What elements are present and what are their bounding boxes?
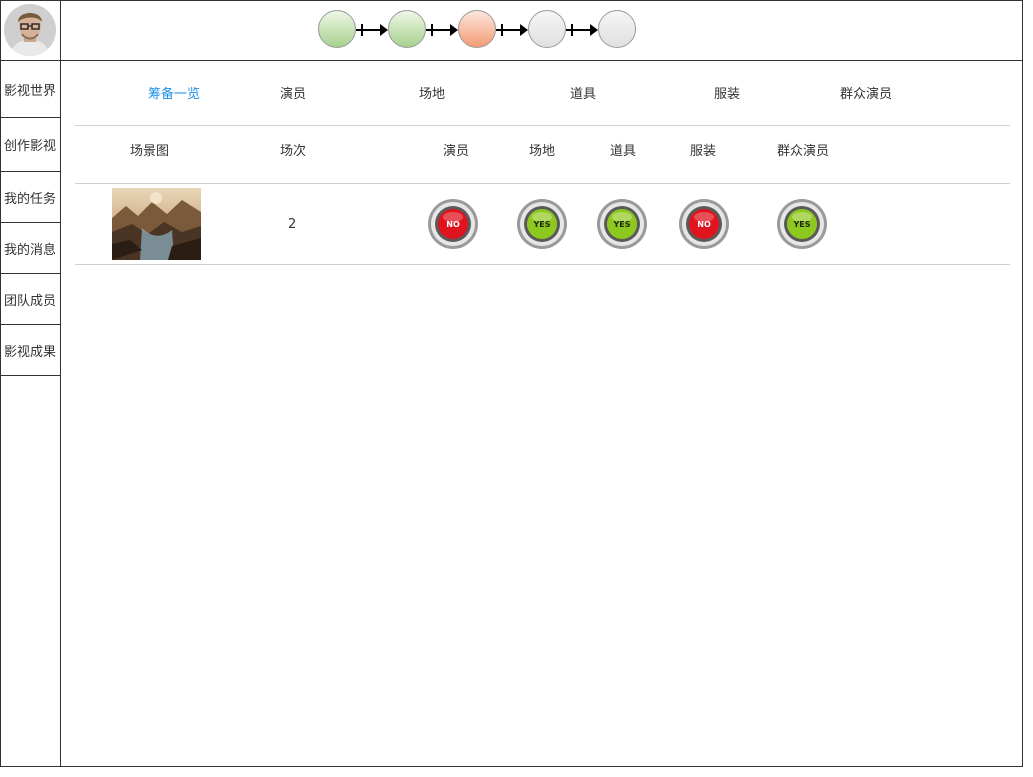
scene-thumbnail[interactable] xyxy=(112,188,201,260)
step-connector-arrow xyxy=(496,24,528,36)
status-label: NO xyxy=(446,220,460,229)
tab-venue[interactable]: 场地 xyxy=(419,83,445,102)
status-yes-icon: YES xyxy=(517,199,567,249)
status-label: YES xyxy=(612,220,630,229)
workflow-step-5[interactable] xyxy=(598,10,636,48)
sidebar-item-film-results[interactable]: 影视成果 xyxy=(0,325,60,376)
sidebar-item-label: 团队成员 xyxy=(3,293,56,309)
status-no-icon: NO xyxy=(679,199,729,249)
sidebar-item-team-members[interactable]: 团队成员 xyxy=(0,274,60,325)
column-header-extras: 群众演员 xyxy=(777,144,830,159)
header-divider xyxy=(75,183,1010,184)
status-label: YES xyxy=(792,220,810,229)
workflow-step-2[interactable] xyxy=(388,10,426,48)
tabs-divider xyxy=(75,125,1010,126)
app-frame xyxy=(0,0,1023,767)
sidebar-divider xyxy=(60,0,61,767)
step-connector-arrow xyxy=(566,24,598,36)
workflow-step-1[interactable] xyxy=(318,10,356,48)
sidebar: 影视世界 创作影视 我的任务 我的消息 团队成员 影视成果 xyxy=(0,61,60,376)
column-header-scene-image: 场景图 xyxy=(130,144,170,159)
sidebar-item-my-tasks[interactable]: 我的任务 xyxy=(0,172,60,223)
status-label: YES xyxy=(532,220,550,229)
sidebar-item-label: 我的消息 xyxy=(3,242,56,258)
top-bar xyxy=(0,0,1023,61)
status-label: NO xyxy=(697,220,711,229)
sidebar-item-my-messages[interactable]: 我的消息 xyxy=(0,223,60,274)
tab-actors[interactable]: 演员 xyxy=(280,83,306,102)
tab-overview[interactable]: 筹备一览 xyxy=(148,83,200,102)
column-header-costumes: 服装 xyxy=(690,144,717,159)
sidebar-item-label: 创作影视 xyxy=(3,139,56,154)
tab-props[interactable]: 道具 xyxy=(570,83,596,102)
column-header-venue: 场地 xyxy=(529,144,556,159)
scene-landscape-icon xyxy=(112,188,201,260)
sidebar-item-film-world[interactable]: 影视世界 xyxy=(0,61,60,118)
props-status-badge[interactable]: YES xyxy=(596,198,648,250)
column-header-scene-number: 场次 xyxy=(280,144,307,159)
step-connector-arrow xyxy=(426,24,458,36)
tab-extras[interactable]: 群众演员 xyxy=(840,83,892,102)
status-yes-icon: YES xyxy=(777,199,827,249)
status-no-icon: NO xyxy=(428,199,478,249)
sidebar-item-label: 影视世界 xyxy=(3,83,56,99)
row-divider xyxy=(75,264,1010,265)
workflow-step-3[interactable] xyxy=(458,10,496,48)
sidebar-item-create-film[interactable]: 创作影视 xyxy=(0,118,60,172)
column-header-props: 道具 xyxy=(610,144,637,159)
tab-costumes[interactable]: 服装 xyxy=(714,83,740,102)
user-avatar[interactable] xyxy=(4,4,56,56)
status-yes-icon: YES xyxy=(597,199,647,249)
extras-status-badge[interactable]: YES xyxy=(776,198,828,250)
workflow-step-4[interactable] xyxy=(528,10,566,48)
avatar-portrait-icon xyxy=(4,4,56,56)
sidebar-item-label: 影视成果 xyxy=(3,344,56,360)
step-connector-arrow xyxy=(356,24,388,36)
column-header-actors: 演员 xyxy=(443,144,470,159)
sidebar-item-label: 我的任务 xyxy=(3,191,56,207)
actors-status-badge[interactable]: NO xyxy=(427,198,479,250)
venue-status-badge[interactable]: YES xyxy=(516,198,568,250)
costumes-status-badge[interactable]: NO xyxy=(678,198,730,250)
scene-number: 2 xyxy=(288,217,297,232)
